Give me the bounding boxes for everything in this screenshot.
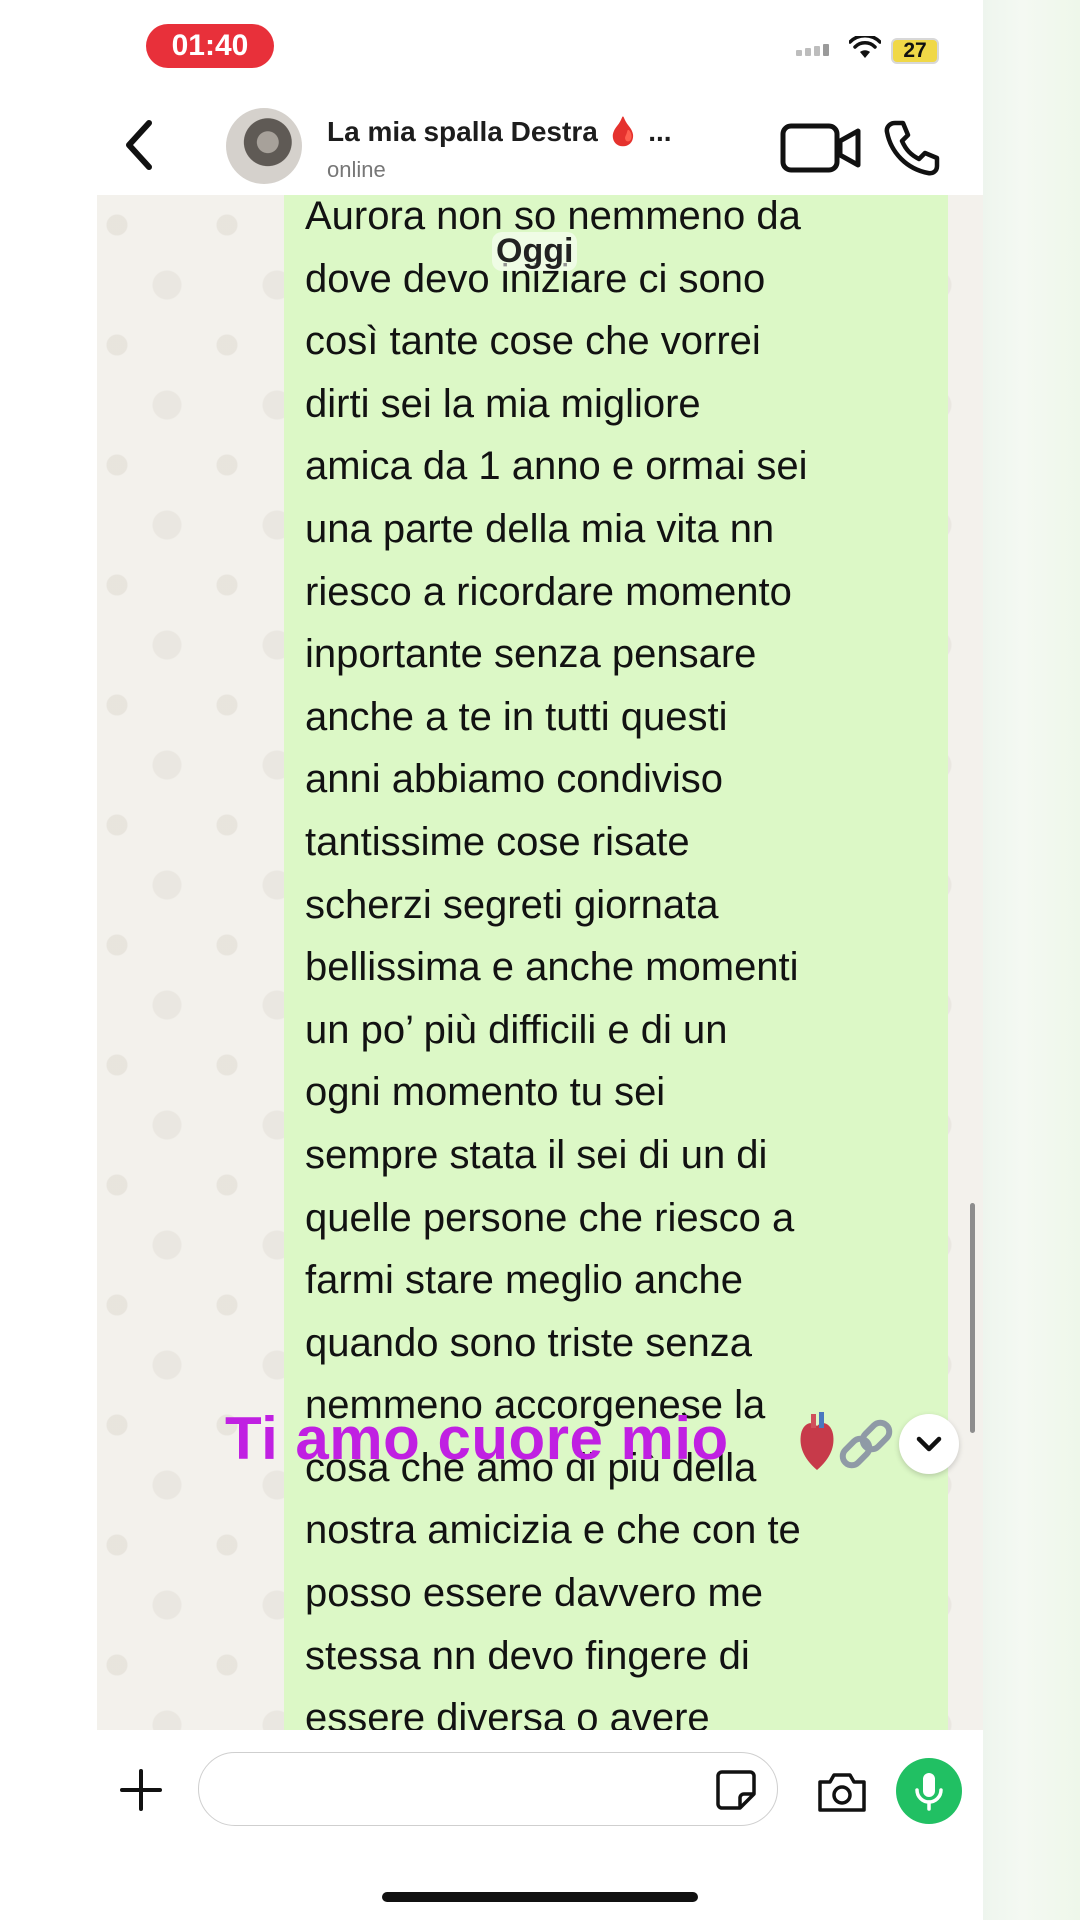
message-input[interactable] [198, 1752, 778, 1826]
phone-screen: 01:40 27 La mia spalla Destra 🩸 ... onli… [97, 0, 983, 1920]
contact-status: online [327, 157, 386, 182]
sticker-icon[interactable] [714, 1768, 758, 1812]
message-line: anni abbiamo condiviso [305, 757, 724, 802]
message-line: una parte della mia vita nn [305, 506, 775, 551]
overlay-caption: Ti amo cuore mio [225, 1405, 729, 1472]
left-margin [0, 0, 97, 1920]
message-line: farmi stare meglio anche [305, 1258, 743, 1303]
chat-area[interactable]: Aurora non so nemmeno da dove devo inizi… [97, 195, 983, 1730]
avatar[interactable] [226, 108, 302, 184]
status-bar: 01:40 27 [97, 0, 983, 95]
scrollbar[interactable] [970, 1203, 975, 1433]
link-icon [839, 1419, 893, 1469]
message-line: inportante senza pensare [305, 632, 757, 677]
message-line: sempre stata il sei di un di [305, 1132, 768, 1177]
message-line: ogni momento tu sei [305, 1070, 666, 1115]
video-call-icon[interactable] [780, 123, 862, 173]
anatomical-heart-icon [800, 1412, 834, 1470]
plus-icon[interactable] [119, 1768, 163, 1812]
message-line: quelle persone che riesco a [305, 1195, 795, 1240]
message-line: scherzi segreti giornata [305, 882, 719, 927]
message-line: quando sono triste senza [305, 1320, 752, 1365]
scroll-down-button[interactable] [899, 1414, 959, 1474]
microphone-button[interactable] [896, 1758, 962, 1824]
message-text: Aurora non so nemmeno da dove devo inizi… [305, 195, 928, 1730]
battery-indicator: 27 [891, 38, 939, 64]
message-line: così tante cose che vorrei [305, 319, 761, 364]
message-line: un po’ più difficili e di un [305, 1007, 728, 1052]
message-line: Aurora non so nemmeno da [305, 195, 801, 238]
right-margin [983, 0, 1080, 1920]
message-line: nostra amicizia e che con te [305, 1508, 801, 1553]
message-line: essere diversa o avere [305, 1696, 710, 1730]
date-chip: Oggi [492, 232, 578, 271]
message-line: stessa nn devo fingere di [305, 1633, 750, 1678]
home-indicator[interactable] [382, 1892, 698, 1902]
chat-header: La mia spalla Destra 🩸 ... online [97, 95, 983, 195]
message-line: dove devo iniziare ci sono [305, 256, 766, 301]
wifi-icon [849, 36, 881, 58]
message-line: amica da 1 anno e ormai sei [305, 444, 808, 489]
message-line: tantissime cose risate [305, 819, 690, 864]
chevron-down-icon [916, 1436, 942, 1452]
phone-icon[interactable] [883, 119, 941, 177]
message-line: bellissima e anche momenti [305, 945, 799, 990]
message-line: posso essere davvero me [305, 1571, 764, 1616]
contact-name[interactable]: La mia spalla Destra 🩸 ... [327, 115, 672, 148]
chevron-left-icon[interactable] [119, 115, 159, 175]
message-line: riesco a ricordare momento [305, 569, 792, 614]
message-bubble[interactable]: Aurora non so nemmeno da dove devo inizi… [284, 195, 948, 1730]
microphone-icon [915, 1773, 943, 1811]
camera-icon[interactable] [816, 1770, 868, 1814]
message-line: anche a te in tutti questi [305, 694, 728, 739]
signal-icon [796, 38, 832, 56]
message-line: dirti sei la mia migliore [305, 381, 701, 426]
status-time: 01:40 [146, 24, 274, 68]
composer-bar [97, 1730, 983, 1920]
